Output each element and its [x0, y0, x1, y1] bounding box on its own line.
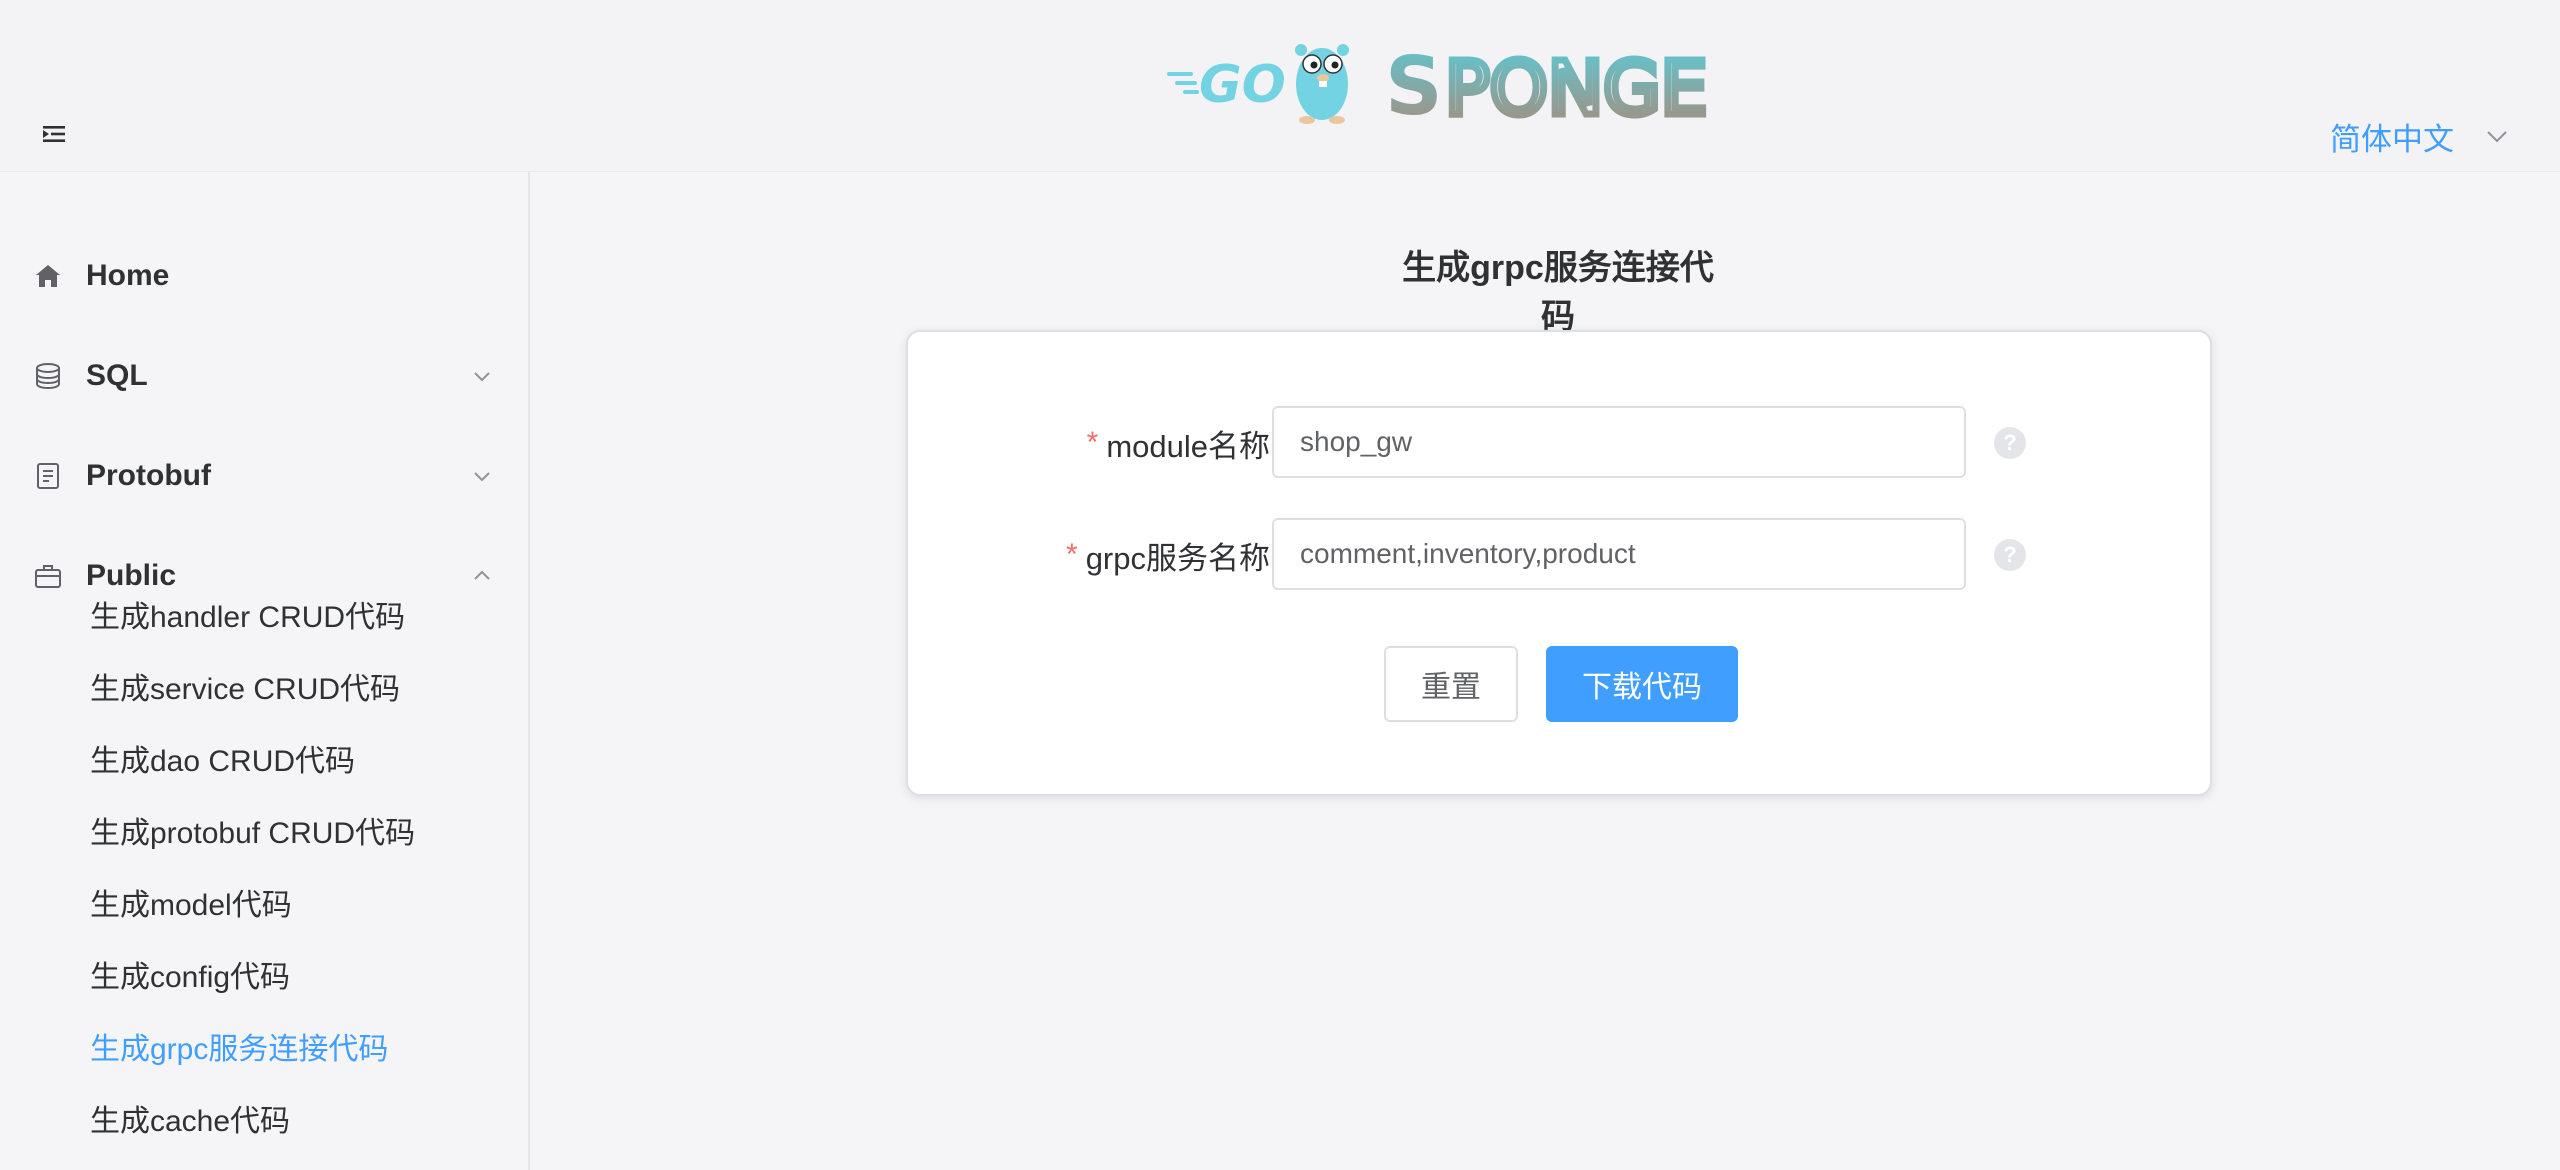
sidebar-item-label: Protobuf	[86, 459, 211, 492]
form-row-module: * module名称 ?	[908, 406, 2214, 480]
svg-text:PONGE: PONGE	[1445, 46, 1707, 128]
sidebar-subitem-grpc-connection[interactable]: 生成grpc服务连接代码	[0, 1010, 528, 1082]
sidebar-subitem-dao-crud[interactable]: 生成dao CRUD代码	[0, 722, 528, 794]
language-selector[interactable]: 简体中文	[2330, 116, 2510, 157]
sidebar-subitem-config[interactable]: 生成config代码	[0, 938, 528, 1010]
sidebar-subitem-handler-crud[interactable]: 生成handler CRUD代码	[0, 578, 528, 650]
sidebar-subitem-cache[interactable]: 生成cache代码	[0, 1082, 528, 1154]
download-code-button[interactable]: 下载代码	[1546, 646, 1738, 722]
sidebar-item-protobuf[interactable]: Protobuf	[0, 426, 528, 526]
language-label: 简体中文	[2330, 121, 2454, 157]
sidebar-subitem-service-crud[interactable]: 生成service CRUD代码	[0, 650, 528, 722]
sidebar-subitem-label: 生成service CRUD代码	[90, 673, 401, 706]
home-icon	[33, 261, 63, 291]
sidebar-subitem-protobuf-crud[interactable]: 生成protobuf CRUD代码	[0, 794, 528, 866]
database-icon	[33, 361, 63, 391]
sidebar-subitem-label: 生成dao CRUD代码	[90, 745, 356, 778]
sidebar-item-home[interactable]: Home	[0, 226, 528, 326]
chevron-down-icon	[474, 472, 490, 482]
module-name-input[interactable]	[1272, 406, 1966, 478]
sidebar: Home SQL Protobuf Public 生成handler CRUD代…	[0, 172, 530, 1170]
module-name-label-text: module名称	[1106, 428, 1270, 464]
sponge-logo: GO S PONGE	[1165, 36, 1790, 136]
reset-button[interactable]: 重置	[1384, 646, 1518, 722]
sidebar-subitem-label: 生成cache代码	[90, 1105, 291, 1138]
sidebar-subitem-model[interactable]: 生成model代码	[0, 866, 528, 938]
question-circle-icon[interactable]: ?	[1994, 427, 2026, 459]
sidebar-item-label: Home	[86, 259, 170, 292]
sidebar-subitem-label: 生成protobuf CRUD代码	[90, 817, 416, 850]
svg-text:GO: GO	[1199, 55, 1286, 115]
top-header: GO S PONGE 简体中文	[0, 0, 2560, 172]
sidebar-item-sql[interactable]: SQL	[0, 326, 528, 426]
required-mark: *	[1086, 426, 1099, 459]
required-mark: *	[1066, 538, 1078, 571]
question-circle-icon[interactable]: ?	[1994, 539, 2026, 571]
menu-collapse-icon[interactable]	[40, 120, 68, 148]
svg-text:S: S	[1385, 40, 1443, 128]
grpc-service-name-input[interactable]	[1272, 518, 1966, 590]
sidebar-subitem-label: 生成handler CRUD代码	[90, 601, 406, 634]
document-icon	[33, 461, 63, 491]
form-card: * module名称 ? * grpc服务名称 ? 重置 下载代码	[906, 330, 2212, 796]
sidebar-subitem-label: 生成grpc服务连接代码	[90, 1033, 389, 1066]
grpc-service-name-label-text: grpc服务名称	[1085, 540, 1270, 576]
grpc-service-name-label: * grpc服务名称	[1066, 518, 1270, 592]
module-name-label: * module名称	[1087, 406, 1270, 480]
sidebar-subitem-label: 生成model代码	[90, 889, 292, 922]
form-row-grpc: * grpc服务名称 ?	[908, 518, 2214, 592]
chevron-down-icon	[474, 372, 490, 382]
sidebar-item-label: SQL	[86, 359, 148, 392]
page-title: 生成grpc服务连接代码	[1402, 249, 1714, 336]
chevron-down-icon	[2487, 131, 2507, 143]
sidebar-subitem-label: 生成config代码	[90, 961, 291, 994]
